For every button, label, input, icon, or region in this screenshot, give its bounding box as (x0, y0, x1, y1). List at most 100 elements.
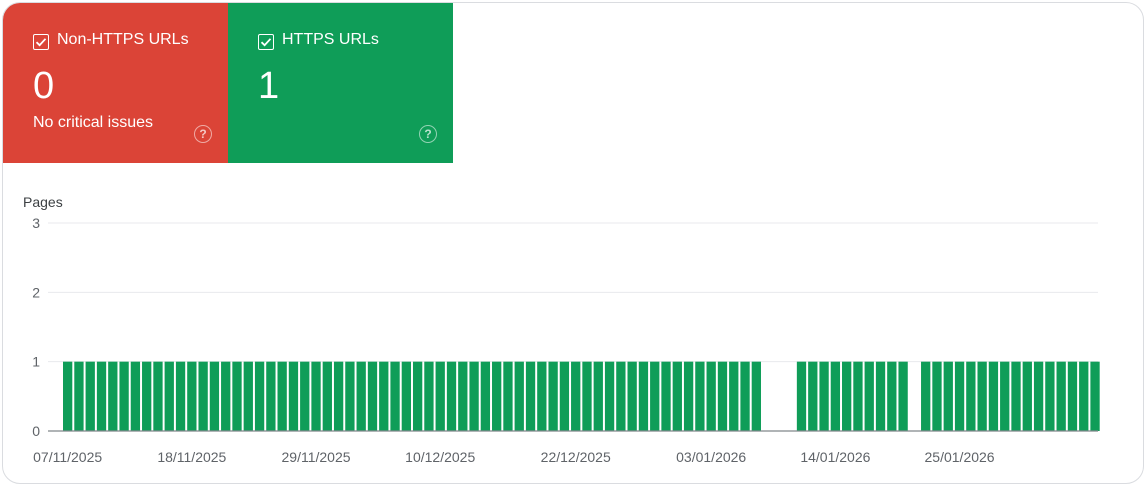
bar[interactable] (604, 361, 615, 431)
bar[interactable] (887, 361, 897, 431)
x-tick-label: 25/01/2026 (925, 449, 995, 465)
bar[interactable] (311, 361, 321, 431)
bar[interactable] (74, 361, 84, 431)
bar[interactable] (424, 361, 434, 431)
bar[interactable] (548, 361, 558, 431)
bar[interactable] (153, 361, 163, 431)
bar[interactable] (740, 361, 750, 431)
bar[interactable] (63, 361, 73, 431)
bar[interactable] (243, 361, 253, 431)
bar[interactable] (356, 361, 366, 431)
bar[interactable] (932, 361, 942, 431)
bar[interactable] (819, 361, 829, 431)
bar[interactable] (729, 361, 739, 431)
bar[interactable] (943, 361, 953, 431)
bar[interactable] (706, 361, 716, 431)
bar[interactable] (1011, 361, 1021, 431)
bar[interactable] (379, 361, 389, 431)
bar[interactable] (875, 361, 886, 431)
bar[interactable] (627, 361, 637, 431)
bar[interactable] (390, 361, 400, 431)
bar[interactable] (367, 361, 378, 431)
bar[interactable] (616, 361, 626, 431)
bar[interactable] (593, 361, 603, 431)
bar[interactable] (898, 361, 908, 431)
bar[interactable] (198, 361, 208, 431)
bar[interactable] (661, 361, 671, 431)
y-axis-label: Pages (23, 194, 63, 210)
bar[interactable] (345, 361, 355, 431)
bar[interactable] (492, 361, 502, 431)
bar[interactable] (254, 361, 265, 431)
bar[interactable] (1033, 361, 1044, 431)
bar[interactable] (1079, 361, 1089, 431)
x-tick-label: 29/11/2025 (282, 449, 351, 465)
bar[interactable] (1045, 361, 1055, 431)
bar[interactable] (559, 361, 570, 431)
bar[interactable] (853, 361, 863, 431)
bar[interactable] (672, 361, 682, 431)
bar[interactable] (1090, 361, 1100, 431)
bar[interactable] (921, 361, 931, 431)
bar[interactable] (209, 361, 220, 431)
bar[interactable] (277, 361, 287, 431)
bar[interactable] (638, 361, 649, 431)
bar[interactable] (446, 361, 457, 431)
bar[interactable] (830, 361, 841, 431)
bar[interactable] (232, 361, 242, 431)
bar[interactable] (164, 361, 174, 431)
bar[interactable] (288, 361, 299, 431)
bar[interactable] (514, 361, 524, 431)
bar[interactable] (401, 361, 411, 431)
bar[interactable] (458, 361, 468, 431)
bar[interactable] (954, 361, 965, 431)
bar[interactable] (582, 361, 592, 431)
bar[interactable] (695, 361, 705, 431)
bar[interactable] (187, 361, 197, 431)
bar[interactable] (842, 361, 852, 431)
bar[interactable] (469, 361, 479, 431)
bar[interactable] (1022, 361, 1032, 431)
bar[interactable] (683, 361, 694, 431)
bar[interactable] (503, 361, 513, 431)
bar[interactable] (300, 361, 310, 431)
bar[interactable] (108, 361, 118, 431)
bar[interactable] (322, 361, 332, 431)
bar[interactable] (435, 361, 445, 431)
bar[interactable] (1000, 361, 1010, 431)
y-tick-label: 0 (32, 423, 40, 439)
y-tick-label: 3 (32, 215, 40, 231)
bar[interactable] (130, 361, 141, 431)
bar[interactable] (1067, 361, 1078, 431)
pages-bar-chart: Pages 0 1 2 3 07/11/2025 18/11/2025 29/11/2025 1… (23, 194, 1100, 465)
bar[interactable] (266, 361, 276, 431)
bar[interactable] (96, 361, 107, 431)
bar[interactable] (537, 361, 547, 431)
bar[interactable] (717, 361, 728, 431)
y-tick-label: 1 (32, 354, 40, 370)
bar[interactable] (808, 361, 818, 431)
bar[interactable] (412, 361, 423, 431)
x-tick-label: 14/01/2026 (800, 449, 870, 465)
bar[interactable] (333, 361, 344, 431)
bar[interactable] (571, 361, 581, 431)
bar[interactable] (85, 361, 95, 431)
x-tick-label: 03/01/2026 (676, 449, 746, 465)
bar[interactable] (988, 361, 999, 431)
bar[interactable] (751, 361, 761, 431)
bar[interactable] (221, 361, 231, 431)
x-tick-label: 22/12/2025 (541, 449, 611, 465)
bar[interactable] (175, 361, 186, 431)
x-tick-label: 10/12/2025 (405, 449, 475, 465)
bar[interactable] (796, 361, 807, 431)
bar[interactable] (119, 361, 129, 431)
bar[interactable] (142, 361, 152, 431)
bar[interactable] (480, 361, 491, 431)
bar[interactable] (1056, 361, 1066, 431)
bar[interactable] (966, 361, 976, 431)
bar[interactable] (977, 361, 987, 431)
bar[interactable] (864, 361, 874, 431)
bar[interactable] (525, 361, 536, 431)
x-tick-label: 07/11/2025 (33, 449, 102, 465)
bar[interactable] (650, 361, 660, 431)
